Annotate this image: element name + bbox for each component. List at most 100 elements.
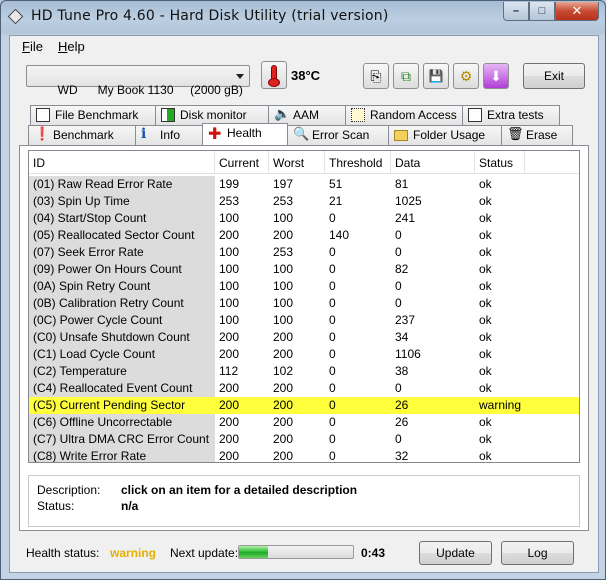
table-row[interactable]: (01) Raw Read Error Rate 199 197 51 81 ok — [29, 176, 579, 193]
worst-cell: 200 — [273, 449, 294, 463]
copy-screenshot-button[interactable]: ⧉ — [393, 63, 419, 89]
minimize-button[interactable]: – — [503, 2, 529, 21]
table-row[interactable]: (C5) Current Pending Sector 200 200 0 26 warn… — [29, 397, 579, 414]
window-title: HD Tune Pro 4.60 - Hard Disk Utility (tr… — [31, 8, 389, 24]
column-header-id[interactable]: ID — [29, 151, 215, 174]
table-row[interactable]: (0C) Power Cycle Count 100 100 0 237 ok — [29, 312, 579, 329]
data-cell: 82 — [395, 262, 409, 276]
threshold-cell: 0 — [329, 330, 336, 344]
current-cell: 200 — [219, 432, 240, 446]
table-row[interactable]: (0A) Spin Retry Count 100 100 0 0 ok — [29, 278, 579, 295]
tab-label: Erase — [526, 128, 558, 142]
table-row[interactable]: (C1) Load Cycle Count 200 200 0 1106 ok — [29, 346, 579, 363]
health-panel: ID Current Worst Threshold Data Status (… — [19, 145, 589, 531]
table-row[interactable]: (0B) Calibration Retry Count 100 100 0 0 ok — [29, 295, 579, 312]
tab-health[interactable]: ✚ Health — [202, 123, 288, 145]
column-header-threshold[interactable]: Threshold — [325, 151, 391, 174]
download-button[interactable]: ⬇ — [483, 63, 509, 89]
status-cell: ok — [479, 211, 492, 225]
tab-error-scan[interactable]: 🔍 Error Scan — [287, 125, 389, 145]
table-row[interactable]: (C6) Offline Uncorrectable 200 200 0 26 ok — [29, 414, 579, 431]
tab-disk-monitor[interactable]: Disk monitor — [155, 105, 269, 125]
table-row[interactable]: (C8) Write Error Rate 200 200 0 32 ok — [29, 448, 579, 463]
tab-folder-usage[interactable]: Folder Usage — [388, 125, 502, 145]
id-cell: (C0) Unsafe Shutdown Count — [29, 329, 215, 346]
options-button[interactable]: ⚙ — [453, 63, 479, 89]
disk-monitor-icon — [161, 108, 175, 122]
drive-select-value: WD My Book 1130 (2000 gB) — [57, 83, 243, 97]
menu-bar: File Help — [10, 36, 598, 56]
table-row[interactable]: (03) Spin Up Time 253 253 21 1025 ok — [29, 193, 579, 210]
tab-info[interactable]: i Info — [135, 125, 203, 145]
status-cell: ok — [479, 364, 492, 378]
id-cell: (09) Power On Hours Count — [29, 261, 215, 278]
caption-buttons: – □ ✕ — [503, 2, 599, 21]
tab-file-benchmark[interactable]: File Benchmark — [30, 105, 156, 125]
copy-text-button[interactable]: ⎘ — [363, 63, 389, 89]
table-row[interactable]: (C7) Ultra DMA CRC Error Count 200 200 0 0 ok — [29, 431, 579, 448]
tab-extra-tests[interactable]: Extra tests — [462, 105, 560, 125]
tab-benchmark[interactable]: ❗ Benchmark — [28, 125, 136, 145]
log-button[interactable]: Log — [501, 541, 574, 565]
status-cell: ok — [479, 330, 492, 344]
menu-help-rest: elp — [67, 39, 85, 54]
smart-table[interactable]: ID Current Worst Threshold Data Status (… — [28, 150, 580, 463]
data-cell: 38 — [395, 364, 409, 378]
tab-label: Info — [160, 128, 181, 142]
current-cell: 100 — [219, 245, 240, 259]
table-row[interactable]: (05) Reallocated Sector Count 200 200 140 0 o… — [29, 227, 579, 244]
description-value: click on an item for a detailed descript… — [121, 483, 358, 497]
worst-cell: 200 — [273, 228, 294, 242]
update-button[interactable]: Update — [419, 541, 492, 565]
status-cell: ok — [479, 449, 492, 463]
tab-erase[interactable]: 🗑 Erase — [501, 125, 573, 145]
table-row[interactable]: (C2) Temperature 112 102 0 38 ok — [29, 363, 579, 380]
next-update-progress — [238, 545, 354, 559]
tab-label: Health — [227, 126, 262, 140]
menu-help[interactable]: Help — [58, 39, 85, 54]
options-icon: ⚙ — [459, 67, 473, 84]
current-cell: 199 — [219, 177, 240, 191]
threshold-cell: 0 — [329, 398, 336, 412]
threshold-cell: 0 — [329, 364, 336, 378]
file-benchmark-icon — [36, 108, 50, 122]
status-cell: ok — [479, 347, 492, 361]
tab-aam[interactable]: 🔈 AAM — [268, 105, 346, 125]
close-button[interactable]: ✕ — [555, 2, 599, 21]
drive-select[interactable]: WD My Book 1130 (2000 gB) — [26, 65, 250, 97]
tab-random-access[interactable]: Random Access — [345, 105, 463, 125]
exit-button[interactable]: Exit — [523, 63, 585, 89]
data-cell: 26 — [395, 398, 409, 412]
maximize-button[interactable]: □ — [529, 2, 555, 21]
threshold-cell: 0 — [329, 245, 336, 259]
worst-cell: 100 — [273, 313, 294, 327]
info-icon: i — [141, 126, 147, 142]
download-icon: ⬇ — [490, 67, 502, 84]
next-update-label: Next update: — [170, 546, 239, 560]
table-row[interactable]: (C4) Reallocated Event Count 200 200 0 0 ok — [29, 380, 579, 397]
save-button[interactable]: 💾 — [423, 63, 449, 89]
table-row[interactable]: (C0) Unsafe Shutdown Count 200 200 0 34 ok — [29, 329, 579, 346]
status-cell: ok — [479, 296, 492, 310]
current-cell: 112 — [219, 364, 239, 378]
title-bar[interactable]: HD Tune Pro 4.60 - Hard Disk Utility (tr… — [1, 1, 605, 34]
current-cell: 200 — [219, 347, 240, 361]
status-cell: ok — [479, 381, 492, 395]
id-cell: (05) Reallocated Sector Count — [29, 227, 215, 244]
table-row[interactable]: (07) Seek Error Rate 100 253 0 0 ok — [29, 244, 579, 261]
table-row[interactable]: (04) Start/Stop Count 100 100 0 241 ok — [29, 210, 579, 227]
column-header-current[interactable]: Current — [215, 151, 269, 174]
column-header-worst[interactable]: Worst — [269, 151, 325, 174]
column-header-data[interactable]: Data — [391, 151, 475, 174]
id-cell: (04) Start/Stop Count — [29, 210, 215, 227]
temperature-button[interactable] — [261, 61, 287, 89]
magnifier-icon: 🔍 — [293, 126, 310, 141]
description-area: Description: click on an item for a deta… — [28, 475, 580, 527]
menu-file[interactable]: File — [22, 39, 43, 54]
tab-label: Extra tests — [487, 108, 544, 122]
tab-label: Random Access — [370, 108, 457, 122]
worst-cell: 253 — [273, 245, 294, 259]
trash-icon: 🗑 — [507, 126, 524, 141]
column-header-status[interactable]: Status — [475, 151, 525, 174]
table-row[interactable]: (09) Power On Hours Count 100 100 0 82 ok — [29, 261, 579, 278]
